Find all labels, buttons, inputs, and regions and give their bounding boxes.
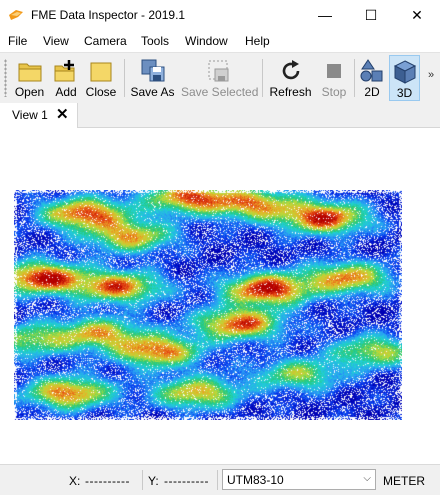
fme-logo-icon	[9, 10, 23, 20]
toolbar-overflow-chevron-icon[interactable]: »	[428, 69, 434, 81]
refresh-button[interactable]: Refresh	[268, 55, 313, 101]
toolbar-separator	[124, 59, 125, 97]
window-title: FME Data Inspector - 2019.1	[31, 8, 186, 22]
view-3d-label: 3D	[396, 86, 413, 100]
status-bar: X: ---------- Y: ---------- UTM83-10 ⌵ M…	[0, 464, 440, 495]
refresh-icon	[282, 60, 299, 80]
coordinate-system-value: UTM83-10	[227, 473, 284, 487]
stop-icon	[327, 64, 341, 78]
2d-shapes-icon	[360, 59, 383, 82]
save-as-button[interactable]: Save As	[130, 55, 175, 101]
menu-camera[interactable]: Camera	[84, 34, 127, 48]
folder-icon	[18, 63, 41, 82]
units-label: METER	[383, 474, 425, 488]
tab-close-icon[interactable]: ✕	[56, 105, 69, 123]
tab-bar: View 1 ✕	[0, 103, 440, 128]
refresh-label: Refresh	[269, 85, 312, 99]
status-divider	[142, 470, 143, 490]
view-2d-label: 2D	[364, 85, 380, 99]
view-3d-button[interactable]: 3D	[389, 55, 420, 101]
toolbar-separator	[262, 59, 263, 97]
save-as-label: Save As	[130, 85, 175, 99]
add-button[interactable]: Add	[50, 55, 82, 101]
x-coord-label: X:	[69, 474, 81, 488]
add-label: Add	[55, 85, 77, 99]
elevation-point-cloud[interactable]	[14, 190, 402, 420]
status-divider	[217, 470, 218, 490]
view-2d-button[interactable]: 2D	[358, 55, 386, 101]
3d-shapes-icon	[393, 60, 416, 84]
toolbar: Open Add Close Save As Save Selected Ref…	[0, 52, 440, 104]
menu-help[interactable]: Help	[245, 34, 270, 48]
stop-label: Stop	[321, 85, 347, 99]
tab-view-1[interactable]: View 1 ✕	[0, 103, 78, 128]
chevron-down-icon: ⌵	[363, 473, 371, 484]
menu-bar: File View Camera Tools Window Help	[0, 31, 440, 52]
save-as-icon	[141, 59, 164, 82]
title-bar: FME Data Inspector - 2019.1 — ☐ ✕	[0, 0, 440, 31]
save-selected-icon	[208, 60, 228, 82]
close-button[interactable]: Close	[84, 55, 118, 101]
menu-tools[interactable]: Tools	[141, 34, 169, 48]
add-folder-icon	[54, 60, 75, 82]
tab-label: View 1	[12, 108, 48, 122]
toolbar-grip[interactable]	[4, 59, 7, 97]
stop-button[interactable]: Stop	[318, 55, 350, 101]
save-selected-button[interactable]: Save Selected	[181, 55, 259, 101]
open-label: Open	[14, 85, 45, 99]
x-coord-value: ----------	[85, 474, 130, 488]
open-button[interactable]: Open	[12, 55, 47, 101]
y-coord-value: ----------	[164, 474, 209, 488]
maximize-button[interactable]: ☐	[348, 0, 394, 31]
close-window-button[interactable]: ✕	[394, 0, 440, 31]
minimize-button[interactable]: —	[302, 0, 348, 31]
coordinate-system-select[interactable]: UTM83-10 ⌵	[222, 469, 376, 490]
menu-view[interactable]: View	[43, 34, 69, 48]
menu-window[interactable]: Window	[185, 34, 228, 48]
close-label: Close	[85, 85, 117, 99]
y-coord-label: Y:	[148, 474, 159, 488]
map-view[interactable]	[0, 128, 440, 464]
toolbar-separator	[354, 59, 355, 97]
close-folder-icon	[90, 62, 112, 82]
menu-file[interactable]: File	[8, 34, 27, 48]
save-selected-label: Save Selected	[181, 85, 259, 99]
